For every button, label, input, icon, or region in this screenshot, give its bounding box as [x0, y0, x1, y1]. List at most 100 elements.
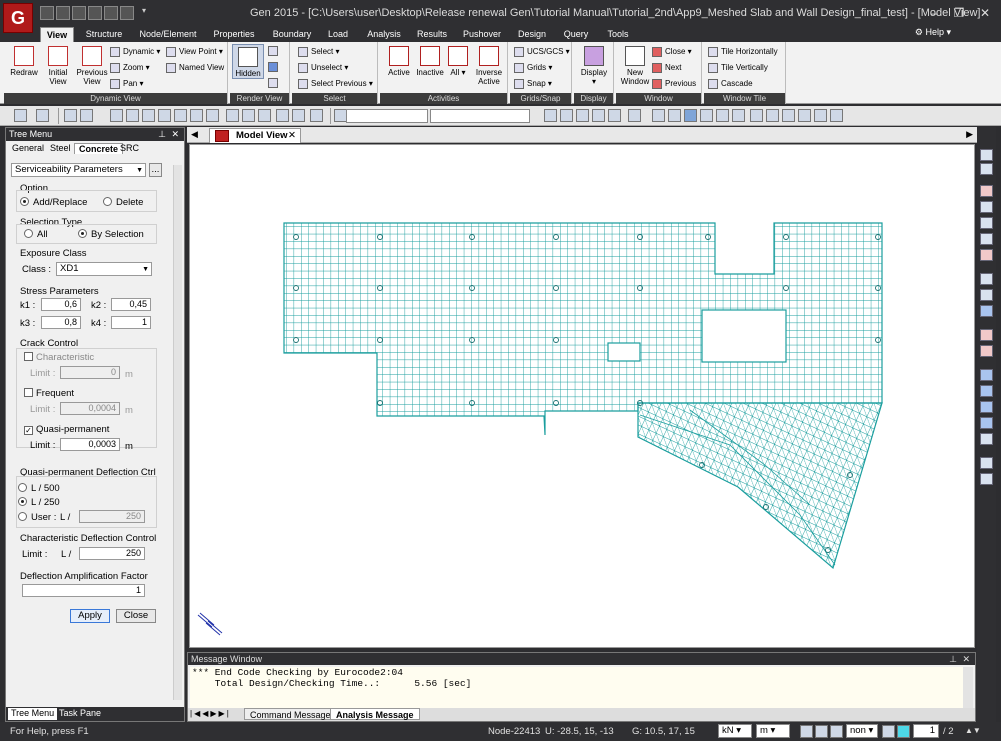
- restore-button[interactable]: ❐: [946, 4, 972, 22]
- iso-view-4-icon[interactable]: [980, 417, 993, 429]
- print-preview-icon[interactable]: [120, 6, 134, 20]
- snap-node-icon[interactable]: [544, 109, 557, 122]
- new-file-icon[interactable]: [40, 6, 54, 20]
- quick-access-dropdown-icon[interactable]: ▾: [142, 6, 154, 20]
- settings-list-icon[interactable]: [980, 473, 993, 485]
- inactive-button[interactable]: Inactive: [414, 46, 446, 77]
- front-view-icon[interactable]: [980, 329, 993, 341]
- rotate-x-icon[interactable]: [750, 109, 763, 122]
- inverse-active-button[interactable]: Inverse Active: [472, 46, 506, 86]
- snap-toggle-icon[interactable]: [815, 725, 828, 738]
- next-window-button[interactable]: Next: [652, 63, 681, 73]
- filter-icon[interactable]: [882, 725, 895, 738]
- tab-structure[interactable]: Structure: [82, 27, 126, 42]
- display-button[interactable]: Display ▾: [577, 46, 611, 86]
- select-polygon-icon[interactable]: [80, 109, 93, 122]
- iso-view-2-icon[interactable]: [980, 385, 993, 397]
- pin-icon[interactable]: ⊥: [158, 128, 166, 141]
- render-mode-icon[interactable]: [268, 46, 281, 56]
- select-all-radio[interactable]: All: [24, 229, 48, 240]
- zoom-reset-icon[interactable]: [980, 249, 993, 261]
- rotate-y-icon[interactable]: [766, 109, 779, 122]
- view-point-button[interactable]: View Point ▾: [166, 47, 223, 57]
- axis-icon[interactable]: [628, 109, 641, 122]
- select-intersect-icon[interactable]: [126, 109, 139, 122]
- characteristic-checkbox[interactable]: Characteristic: [24, 352, 94, 363]
- unlock-icon[interactable]: [830, 109, 843, 122]
- snap-point-icon[interactable]: [592, 109, 605, 122]
- help-menu[interactable]: ⚙ Help ▾: [915, 27, 951, 38]
- unselect-button[interactable]: Unselect ▾: [298, 63, 348, 73]
- freq-limit-input[interactable]: 0,0004: [60, 402, 120, 415]
- page-stepper-icon[interactable]: ▲▼: [965, 726, 981, 735]
- undo-icon[interactable]: [14, 109, 27, 122]
- tab-close-icon[interactable]: ✕: [288, 129, 296, 143]
- all-button[interactable]: All ▾: [446, 46, 470, 77]
- axis-view-icon[interactable]: [980, 433, 993, 445]
- snap-mode-select[interactable]: non ▾: [846, 724, 878, 738]
- amplification-input[interactable]: 1: [22, 584, 145, 597]
- lock-icon[interactable]: [814, 109, 827, 122]
- light-icon[interactable]: [268, 62, 281, 72]
- toolbar-combo-2[interactable]: [430, 109, 530, 123]
- add-replace-radio[interactable]: Add/Replace: [20, 197, 87, 208]
- char-limit-input[interactable]: 0: [60, 366, 120, 379]
- frequent-checkbox[interactable]: Frequent: [24, 388, 74, 399]
- user-deflection-input[interactable]: 250: [79, 510, 145, 523]
- tree-tab-src[interactable]: SRC: [116, 143, 143, 154]
- redraw-button[interactable]: Redraw: [8, 46, 40, 77]
- message-close-icon[interactable]: ✕: [962, 653, 970, 665]
- snap-button[interactable]: Snap ▾: [514, 79, 552, 89]
- toolbar-combo-1[interactable]: [346, 109, 428, 123]
- close-window-button[interactable]: ✕: [972, 4, 998, 22]
- tab-node-element[interactable]: Node/Element: [138, 27, 198, 42]
- active-button[interactable]: Active: [384, 46, 414, 77]
- tile-horizontally-button[interactable]: Tile Horizontally: [708, 47, 778, 57]
- globe-icon[interactable]: [268, 78, 281, 88]
- tab-boundary[interactable]: Boundary: [270, 27, 314, 42]
- l250-radio[interactable]: L / 250: [18, 497, 60, 508]
- unselect-all-icon[interactable]: [206, 109, 219, 122]
- dynamic-button[interactable]: Dynamic ▾: [110, 47, 160, 57]
- quasi-permanent-checkbox[interactable]: ✓ Quasi-permanent: [24, 424, 109, 435]
- k4-input[interactable]: 1: [111, 316, 151, 329]
- tab-nav-arrows-icon[interactable]: |◀◀▶▶|: [190, 709, 231, 718]
- color-swatch-icon[interactable]: [897, 725, 910, 738]
- app-logo[interactable]: G: [3, 3, 33, 33]
- print-icon[interactable]: [104, 6, 118, 20]
- tab-scroll-left-icon[interactable]: ◀: [191, 129, 198, 140]
- l500-radio[interactable]: L / 500: [18, 483, 60, 494]
- select-previous-icon[interactable]: [190, 109, 203, 122]
- redo-icon[interactable]: [36, 109, 49, 122]
- cascade-button[interactable]: Cascade: [708, 79, 753, 89]
- node-icon[interactable]: [242, 109, 255, 122]
- select-single-icon[interactable]: [110, 109, 123, 122]
- toggle-model-icon[interactable]: [980, 163, 993, 175]
- zoom-button[interactable]: Zoom ▾: [110, 63, 150, 73]
- tab-tree-menu[interactable]: Tree Menu: [8, 708, 58, 720]
- tab-command-message[interactable]: Command Message: [244, 708, 337, 720]
- element-icon[interactable]: [258, 109, 271, 122]
- rotate-neg-icon[interactable]: [798, 109, 811, 122]
- view-front-icon[interactable]: [652, 109, 665, 122]
- pan-button[interactable]: Pan ▾: [110, 79, 143, 89]
- open-file-icon[interactable]: [56, 6, 70, 20]
- snap-settings-icon[interactable]: [800, 725, 813, 738]
- tab-model-view[interactable]: Model View ✕: [209, 128, 301, 143]
- search-icon[interactable]: [980, 273, 993, 285]
- select-button[interactable]: Select ▾: [298, 47, 339, 57]
- tab-view[interactable]: View: [40, 27, 74, 42]
- model-canvas[interactable]: [190, 145, 976, 649]
- boundary-icon[interactable]: [292, 109, 305, 122]
- top-view-icon[interactable]: [980, 345, 993, 357]
- open-folder-icon[interactable]: [72, 6, 86, 20]
- tree-close-icon[interactable]: ✕: [171, 128, 179, 141]
- view-bottom-icon[interactable]: [732, 109, 745, 122]
- select-volume-icon[interactable]: [158, 109, 171, 122]
- slab-mesh[interactable]: [283, 222, 883, 570]
- rotate-z-icon[interactable]: [782, 109, 795, 122]
- hidden-button[interactable]: Hidden: [232, 44, 264, 79]
- previous-view-button[interactable]: Previous View: [74, 46, 110, 86]
- tab-design[interactable]: Design: [514, 27, 550, 42]
- view-iso-icon[interactable]: [684, 109, 697, 122]
